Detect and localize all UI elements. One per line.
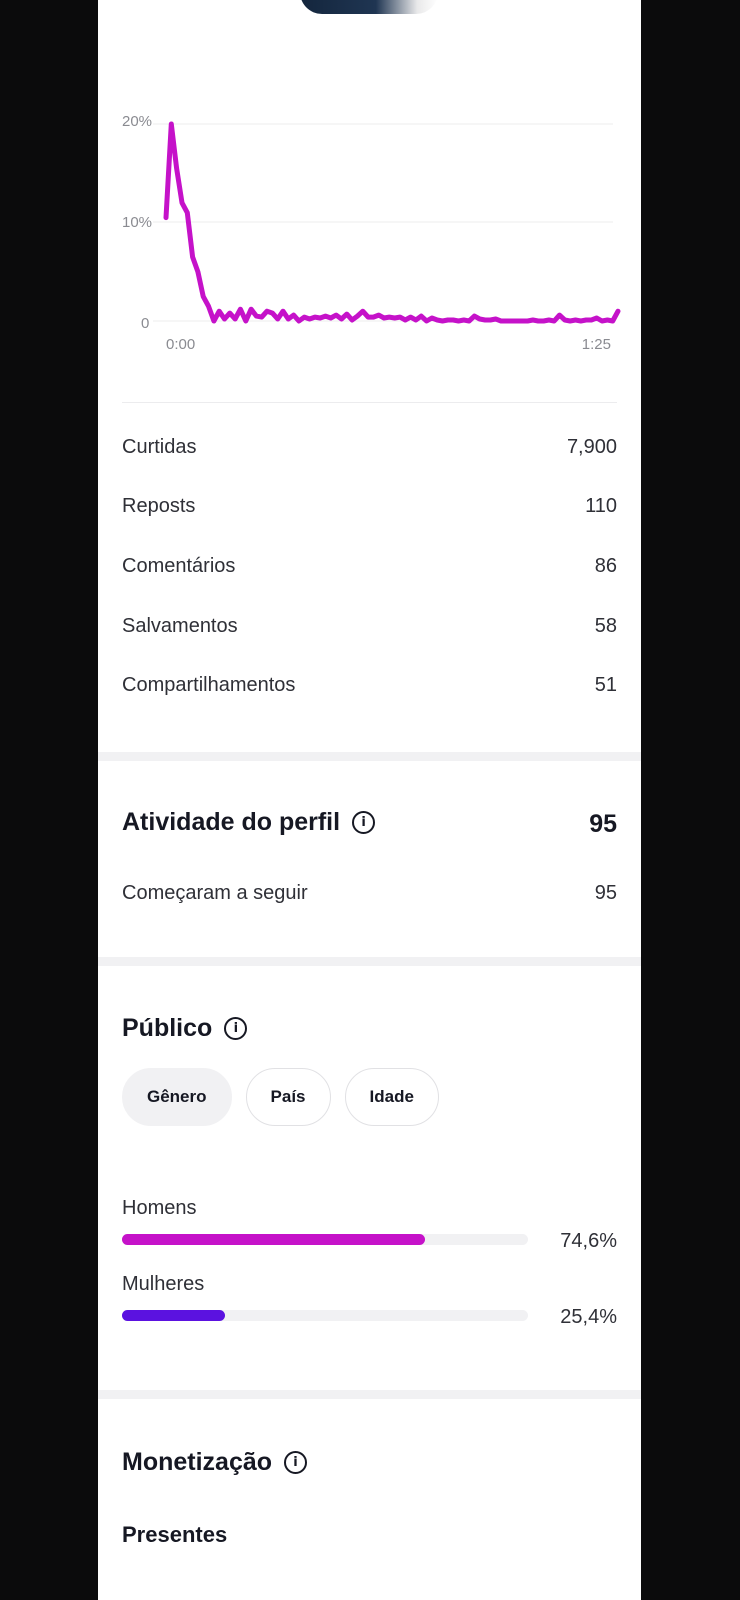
gender-label-men: Homens: [122, 1197, 197, 1219]
metric-value: 7,900: [566, 435, 617, 458]
section-title-text: Monetização: [122, 1448, 273, 1476]
metric-row-likes: Curtidas 7,900: [122, 432, 617, 462]
monetization-title: Monetização i: [122, 1448, 308, 1477]
info-icon[interactable]: i: [284, 1451, 308, 1474]
info-icon[interactable]: i: [224, 1017, 248, 1040]
metric-row-reposts: Reposts 110: [122, 491, 617, 521]
profile-activity-total: 95: [589, 810, 617, 838]
gender-pct-women: 25,4%: [560, 1306, 617, 1328]
divider: [122, 402, 617, 403]
metric-label: Reposts: [122, 494, 196, 517]
metric-row-shares: Compartilhamentos 51: [122, 670, 617, 700]
gender-pct-men: 74,6%: [560, 1230, 617, 1252]
gender-bar-men-track: [122, 1234, 528, 1245]
gender-bar-women-fill: [122, 1310, 226, 1321]
gender-bar-men-fill: [122, 1234, 425, 1245]
retention-chart-svg: 20% 10% 0 0:00 1:25: [122, 113, 621, 353]
audience-tabs: Gênero País Idade: [122, 1068, 439, 1126]
analytics-panel: 20% 10% 0 0:00 1:25 Curtidas 7,900 Repos…: [98, 0, 641, 1600]
metric-value: 58: [594, 614, 617, 637]
y-tick-label: 0: [141, 315, 149, 332]
gender-bar-women-track: [122, 1310, 528, 1321]
metric-value: 110: [585, 494, 617, 517]
info-icon[interactable]: i: [352, 811, 376, 834]
metric-label: Comentários: [122, 554, 236, 577]
profile-activity-title: Atividade do perfil i: [122, 808, 376, 837]
metric-row-comments: Comentários 86: [122, 551, 617, 581]
tab-gender[interactable]: Gênero: [122, 1068, 232, 1126]
gender-label-women: Mulheres: [122, 1273, 205, 1295]
section-separator: [98, 752, 641, 761]
x-tick-label: 0:00: [166, 336, 195, 353]
metric-value: 86: [594, 554, 617, 577]
metric-value: 51: [594, 673, 617, 696]
gifts-label: Presentes: [122, 1522, 227, 1548]
section-separator: [98, 957, 641, 966]
audience-title: Público i: [122, 1014, 248, 1043]
metric-value: 95: [594, 881, 617, 904]
retention-chart: 20% 10% 0 0:00 1:25: [98, 100, 641, 370]
x-tick-label: 1:25: [582, 336, 611, 353]
metric-row-saves: Salvamentos 58: [122, 611, 617, 641]
metric-row-new-followers: Começaram a seguir 95: [122, 878, 617, 908]
gifts-label-text: Presentes: [122, 1522, 228, 1547]
metric-label: Compartilhamentos: [122, 673, 296, 696]
metric-label: Curtidas: [122, 435, 197, 458]
metric-label: Começaram a seguir: [122, 881, 308, 904]
y-tick-label: 10%: [122, 214, 152, 231]
metric-label: Salvamentos: [122, 614, 238, 637]
video-thumbnail[interactable]: [300, 0, 438, 14]
tab-country[interactable]: País: [245, 1068, 331, 1126]
section-title-text: Atividade do perfil: [122, 808, 341, 836]
section-title-text: Público: [122, 1014, 213, 1042]
tab-age[interactable]: Idade: [344, 1068, 439, 1126]
y-tick-label: 20%: [122, 113, 152, 130]
section-separator: [98, 1390, 641, 1399]
